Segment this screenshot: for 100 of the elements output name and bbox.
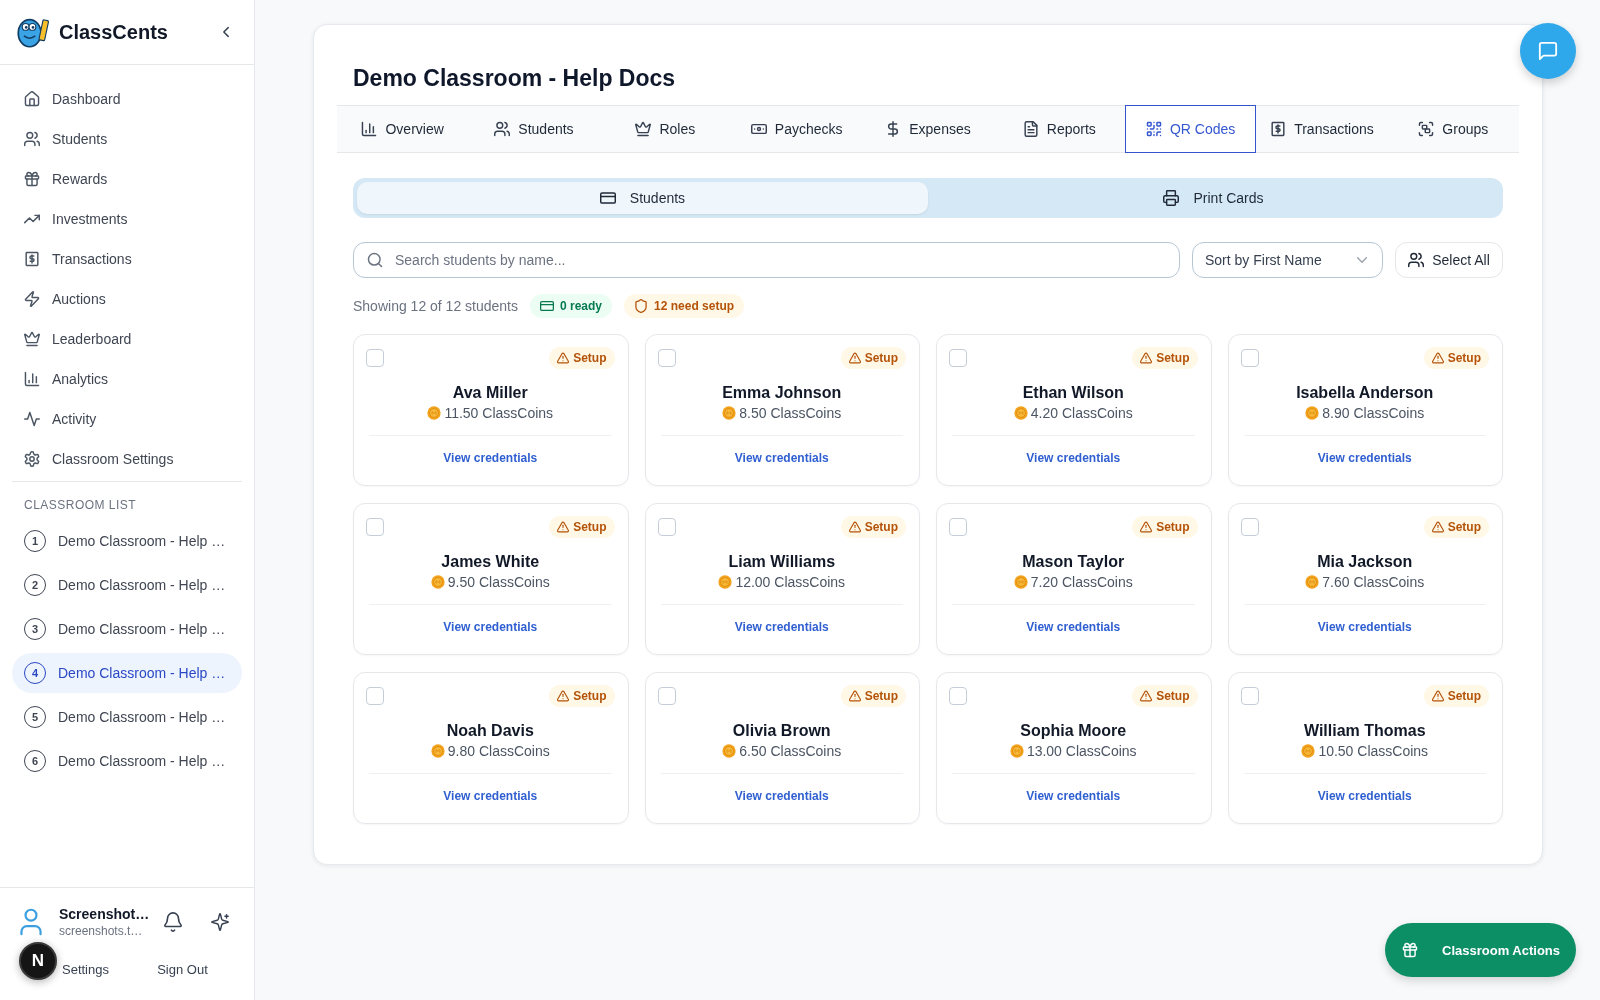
document-icon	[1022, 121, 1039, 137]
checkbox[interactable]	[949, 687, 967, 705]
coin-balance: 11.50 ClassCoins	[444, 404, 554, 422]
checkbox[interactable]	[657, 687, 676, 705]
tab[interactable]: Transactions	[1256, 106, 1388, 152]
home-icon	[24, 91, 40, 107]
sparkles-icon[interactable]	[211, 913, 229, 931]
status-label: Setup	[1447, 689, 1481, 703]
tab[interactable]: Expenses	[862, 106, 994, 152]
coin-balance: 8.90 ClassCoins	[1322, 404, 1425, 422]
coin-icon	[718, 575, 733, 589]
view-credentials-link[interactable]: View credentials	[1317, 619, 1412, 635]
warning-icon	[557, 352, 570, 364]
view-credentials-link[interactable]: View credentials	[734, 619, 829, 635]
coin-icon	[430, 575, 445, 589]
student-name: James White	[441, 552, 540, 572]
tag-label: 12 need setup	[654, 299, 735, 313]
classroom-actions-button[interactable]: Classroom Actions	[1385, 923, 1576, 977]
banknote-icon	[750, 121, 767, 137]
dollar-receipt-icon	[24, 251, 40, 267]
tab[interactable]: QR Codes	[1125, 105, 1257, 153]
nav-item[interactable]: Classroom Settings	[12, 439, 242, 479]
warning-icon	[1140, 352, 1153, 364]
tab[interactable]: Reports	[993, 106, 1125, 152]
student-name: Olivia Brown	[732, 721, 831, 741]
view-credentials-link[interactable]: View credentials	[734, 788, 829, 804]
warning-icon	[557, 521, 570, 533]
gift-icon	[1402, 942, 1418, 958]
brand-name: ClassCents	[59, 20, 168, 44]
checkbox[interactable]	[949, 349, 967, 367]
crown-icon	[635, 121, 652, 137]
coin-balance: 9.50 ClassCoins	[447, 573, 550, 591]
tab[interactable]: Overview	[337, 106, 469, 152]
student-name: Ethan Wilson	[1022, 383, 1124, 403]
users-icon	[1408, 252, 1425, 268]
classroom-item[interactable]: 5 Demo Classroom - Help …	[12, 697, 242, 737]
checkbox[interactable]	[366, 518, 384, 536]
checkbox[interactable]	[366, 687, 384, 705]
user-email: screenshots.t…	[59, 923, 144, 939]
checkbox[interactable]	[1240, 518, 1259, 536]
tab[interactable]: Roles	[599, 106, 731, 152]
checkbox[interactable]	[366, 349, 384, 367]
nav-item[interactable]: Rewards	[12, 159, 242, 199]
view-credentials-link[interactable]: View credentials	[1317, 788, 1412, 804]
shield-icon	[634, 299, 649, 313]
chat-button[interactable]	[1520, 23, 1576, 79]
view-credentials-link[interactable]: View credentials	[734, 450, 829, 466]
view-credentials-link[interactable]: View credentials	[443, 788, 538, 804]
classroom-item[interactable]: 1 Demo Classroom - Help …	[12, 521, 242, 561]
view-credentials-link[interactable]: View credentials	[1026, 619, 1121, 635]
checkbox[interactable]	[657, 349, 676, 367]
tab[interactable]: Paychecks	[731, 106, 863, 152]
coin-icon	[722, 406, 737, 420]
classroom-item[interactable]: 3 Demo Classroom - Help …	[12, 609, 242, 649]
checkbox[interactable]	[657, 518, 676, 536]
view-credentials-link[interactable]: View credentials	[1026, 450, 1121, 466]
coin-balance: 13.00 ClassCoins	[1026, 742, 1137, 760]
nav-item[interactable]: Transactions	[12, 239, 242, 279]
nav-item[interactable]: Auctions	[12, 279, 242, 319]
crown-icon	[24, 331, 40, 347]
checkbox[interactable]	[1240, 687, 1259, 705]
lightning-icon	[24, 291, 40, 307]
warning-icon	[1431, 690, 1444, 702]
classroom-item[interactable]: 2 Demo Classroom - Help …	[12, 565, 242, 605]
view-credentials-link[interactable]: View credentials	[443, 619, 538, 635]
view-credentials-link[interactable]: View credentials	[1026, 788, 1121, 804]
search-field[interactable]: Search students by name...	[353, 242, 1180, 278]
select-all-button[interactable]: Select All	[1395, 242, 1503, 278]
checkbox[interactable]	[949, 518, 967, 536]
status-label: Setup	[864, 351, 898, 365]
sort-dropdown[interactable]: Sort by First Name	[1192, 242, 1383, 278]
classroom-item[interactable]: 4 Demo Classroom - Help …	[12, 653, 242, 693]
classroom-item[interactable]: 6 Demo Classroom - Help …	[12, 741, 242, 781]
sign-out-link[interactable]: Sign Out	[157, 961, 208, 977]
nav-item[interactable]: Investments	[12, 199, 242, 239]
nav-item[interactable]: Analytics	[12, 359, 242, 399]
tab[interactable]: Students	[468, 106, 600, 152]
view-toggle-option[interactable]: Students	[357, 182, 928, 214]
student-name: Sophia Moore	[1020, 721, 1127, 741]
student-name: Emma Johnson	[722, 383, 842, 403]
student-name: Liam Williams	[728, 552, 836, 572]
nav-item[interactable]: Dashboard	[12, 79, 242, 119]
settings-link[interactable]: Settings	[62, 961, 109, 977]
view-credentials-link[interactable]: View credentials	[443, 450, 538, 466]
student-name: Mason Taylor	[1022, 552, 1125, 572]
nav-item[interactable]: Activity	[12, 399, 242, 439]
student-name: Noah Davis	[446, 721, 534, 741]
coin-balance: 6.50 ClassCoins	[739, 742, 842, 760]
nav-item[interactable]: Leaderboard	[12, 319, 242, 359]
card-icon	[540, 299, 554, 313]
student-name: Ava Miller	[452, 383, 528, 403]
qr-code-icon	[1145, 121, 1162, 137]
view-toggle-option[interactable]: Print Cards	[928, 182, 1499, 214]
tab[interactable]: Groups	[1387, 106, 1519, 152]
view-credentials-link[interactable]: View credentials	[1317, 450, 1412, 466]
status-label: Setup	[864, 689, 898, 703]
bell-icon[interactable]	[163, 912, 183, 932]
nav-item[interactable]: Students	[12, 119, 242, 159]
checkbox[interactable]	[1240, 349, 1259, 367]
student-name: Mia Jackson	[1317, 552, 1413, 572]
